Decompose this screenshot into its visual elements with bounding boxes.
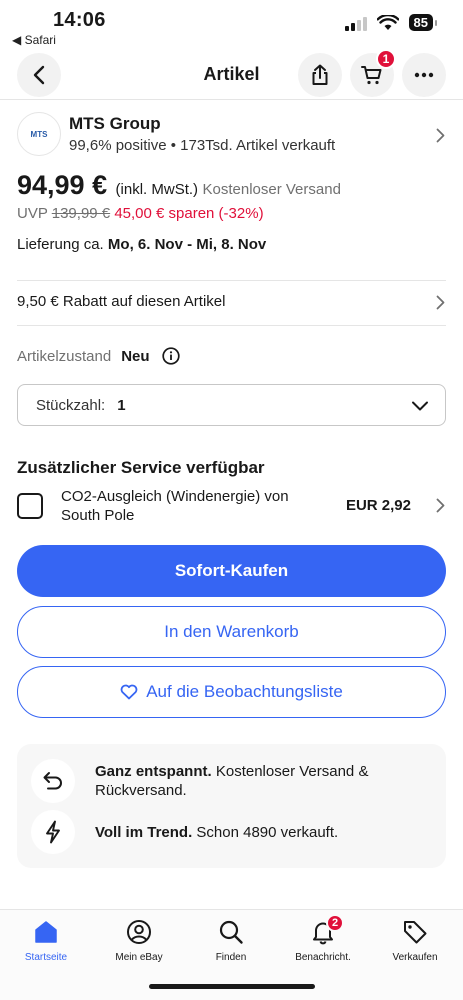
buy-now-label: Sofort-Kaufen: [174, 561, 289, 580]
add-to-cart-label: In den Warenkorb: [164, 622, 299, 641]
delivery-range: Mo, 6. Nov - Mi, 8. Nov: [107, 236, 267, 253]
share-button[interactable]: [298, 53, 342, 97]
back-to-app-link[interactable]: ◀ Safari: [12, 33, 56, 47]
chevron-right-icon: [436, 295, 445, 310]
highlight-text: Ganz entspannt. Kostenloser Versand & Rü…: [95, 762, 431, 800]
delivery-label: Lieferung ca.: [17, 236, 104, 253]
highlight-trend: Voll im Trend. Schon 4890 verkauft.: [31, 810, 431, 854]
divider: [17, 325, 446, 326]
watchlist-button[interactable]: Auf die Beobachtungsliste: [17, 666, 446, 718]
tab-sell[interactable]: Verkaufen: [370, 918, 460, 963]
signal-icon: [344, 15, 367, 31]
tab-search[interactable]: Finden: [186, 918, 276, 963]
wifi-icon: [376, 14, 399, 30]
tab-label: Verkaufen: [392, 952, 438, 963]
seller-stats: 99,6% positive • 173Tsd. Artikel verkauf…: [69, 137, 336, 154]
discount-text: 9,50 € Rabatt auf diesen Artikel: [17, 293, 226, 310]
chevron-right-icon: [436, 128, 445, 143]
savings-text: 45,00 € sparen (-32%): [114, 205, 264, 222]
lightning-icon: [31, 810, 75, 854]
price-amount: 94,99 €: [17, 170, 108, 200]
home-indicator: [149, 984, 315, 989]
cart-button[interactable]: 1: [350, 49, 396, 97]
quantity-label: Stückzahl:: [36, 396, 106, 414]
tab-label: Startseite: [24, 952, 68, 963]
tab-my-ebay[interactable]: Mein eBay: [94, 918, 184, 963]
item-condition: Artikelzustand Neu: [17, 347, 180, 365]
user-icon: [127, 920, 151, 944]
tab-notifications[interactable]: 2 Benachricht.: [278, 914, 368, 963]
status-time: 14:06: [53, 9, 106, 31]
price-row: 94,99 € (inkl. MwSt.) Kostenloser Versan…: [17, 170, 341, 201]
highlight-returns: Ganz entspannt. Kostenloser Versand & Rü…: [31, 759, 431, 803]
highlights-card: Ganz entspannt. Kostenloser Versand & Rü…: [17, 744, 446, 868]
tab-label: Finden: [215, 952, 247, 963]
home-icon: [35, 921, 57, 943]
seller-logo: MTS: [17, 112, 61, 156]
price-vat: (inkl. MwSt.): [115, 181, 199, 198]
uvp-row: UVP 139,99 € 45,00 € sparen (-32%): [17, 205, 264, 222]
highlight-desc: Schon 4890 verkauft.: [192, 823, 339, 841]
shipping-info: Kostenloser Versand: [202, 181, 341, 198]
highlight-text: Voll im Trend. Schon 4890 verkauft.: [95, 823, 338, 842]
watchlist-label: Auf die Beobachtungsliste: [146, 682, 343, 701]
tab-home[interactable]: Startseite: [1, 918, 91, 963]
service-option-price: EUR 2,92: [345, 497, 411, 514]
notification-badge: 2: [326, 914, 344, 932]
cart-icon: [361, 66, 382, 85]
service-option[interactable]: CO2-Ausgleich (Windenergie) von South Po…: [17, 487, 447, 525]
search-icon: [219, 920, 243, 944]
tab-label: Mein eBay: [115, 952, 163, 963]
co2-checkbox[interactable]: [17, 493, 43, 519]
service-option-label: CO2-Ausgleich (Windenergie) von South Po…: [61, 488, 289, 524]
uvp-label: UVP: [17, 205, 48, 222]
return-icon: [31, 759, 75, 803]
seller-logo-text: MTS: [30, 129, 48, 139]
more-icon: [414, 72, 434, 78]
delivery-estimate: Lieferung ca. Mo, 6. Nov - Mi, 8. Nov: [17, 236, 266, 253]
discount-row[interactable]: 9,50 € Rabatt auf diesen Artikel: [17, 293, 225, 310]
nav-bar: Artikel 1: [0, 49, 463, 100]
divider: [17, 280, 446, 281]
condition-value: Neu: [121, 347, 150, 365]
seller-name: MTS Group: [69, 114, 161, 133]
heart-icon: [120, 684, 138, 700]
add-to-cart-button[interactable]: In den Warenkorb: [17, 606, 446, 658]
status-icons: 85: [344, 14, 438, 31]
chevron-down-icon: [412, 401, 428, 411]
chevron-right-icon: [436, 498, 445, 513]
seller-card[interactable]: MTS MTS Group 99,6% positive • 173Tsd. A…: [17, 112, 447, 158]
uvp-old-price: 139,99 €: [51, 205, 111, 222]
cart-count-badge: 1: [376, 49, 396, 69]
buy-now-button[interactable]: Sofort-Kaufen: [17, 545, 446, 597]
status-bar: 14:06 ◀ Safari 85: [0, 0, 463, 50]
quantity-select[interactable]: Stückzahl: 1: [17, 384, 446, 426]
share-icon: [312, 64, 328, 85]
service-title: Zusätzlicher Service verfügbar: [17, 458, 265, 477]
more-options-button[interactable]: [402, 53, 446, 97]
battery-indicator: 85: [408, 14, 438, 31]
highlight-bold: Ganz entspannt.: [95, 763, 212, 780]
condition-label: Artikelzustand: [17, 347, 112, 365]
nav-divider: [0, 99, 463, 100]
quantity-value: 1: [117, 396, 126, 414]
tab-label: Benachricht.: [295, 952, 351, 963]
highlight-bold: Voll im Trend.: [95, 823, 193, 841]
tag-icon: [404, 921, 427, 944]
info-icon[interactable]: [161, 347, 180, 365]
